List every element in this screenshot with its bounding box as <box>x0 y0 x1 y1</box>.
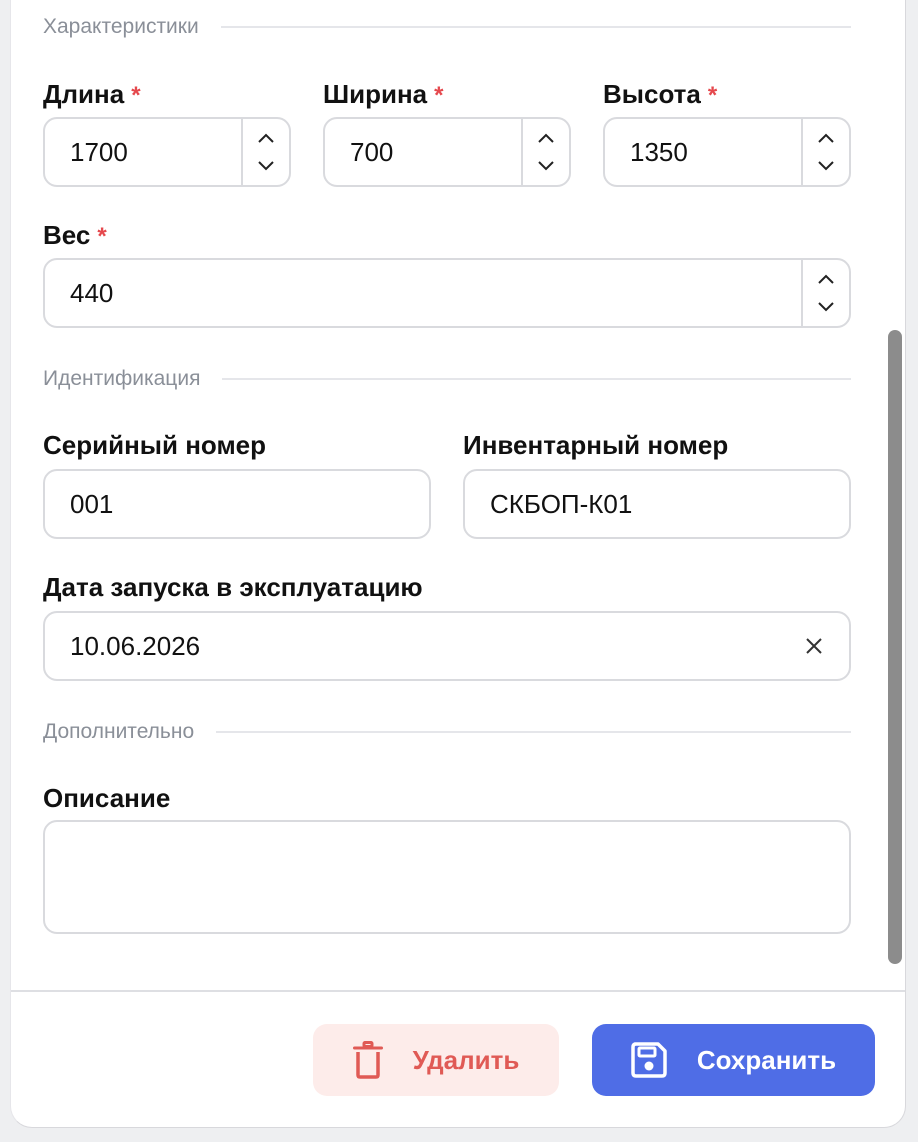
width-stepper[interactable] <box>521 119 569 185</box>
delete-button-label: Удалить <box>412 1044 520 1075</box>
section-title: Дополнительно <box>43 720 195 743</box>
serial-number-value[interactable]: 001 <box>45 489 429 520</box>
trash-icon <box>352 1041 383 1079</box>
height-label-text: Высота <box>603 79 701 109</box>
chevron-up-icon[interactable] <box>817 133 835 145</box>
required-mark: * <box>97 223 107 250</box>
description-label-text: Описание <box>43 783 171 813</box>
inventory-number-value[interactable]: СКБОП-К01 <box>465 489 849 520</box>
chevron-down-icon[interactable] <box>257 159 275 171</box>
inventory-label: Инвентарный номер <box>463 429 728 461</box>
length-stepper[interactable] <box>241 119 289 185</box>
width-input[interactable]: 700 <box>323 117 571 187</box>
height-stepper[interactable] <box>801 119 849 185</box>
width-label-text: Ширина <box>323 79 428 109</box>
weight-input[interactable]: 440 <box>43 258 851 328</box>
chevron-up-icon[interactable] <box>537 133 555 145</box>
length-label: Длина * <box>43 78 141 110</box>
width-label: Ширина * <box>323 78 443 110</box>
chevron-down-icon[interactable] <box>817 300 835 312</box>
required-mark: * <box>707 82 718 109</box>
inventory-number-input[interactable]: СКБОП-К01 <box>463 469 851 539</box>
section-divider <box>220 26 851 28</box>
serial-label-text: Серийный номер <box>43 430 267 460</box>
weight-label: Вес * <box>43 219 107 251</box>
height-label: Высота * <box>603 78 717 110</box>
length-label-text: Длина <box>43 79 125 109</box>
section-divider <box>216 731 851 733</box>
commission-date-label-text: Дата запуска в эксплуатацию <box>43 572 423 602</box>
clear-date-button[interactable] <box>779 613 849 679</box>
section-characteristics: Характеристики <box>43 12 851 42</box>
save-button[interactable]: Сохранить <box>592 1024 875 1096</box>
height-value[interactable]: 1350 <box>605 137 801 168</box>
weight-value[interactable]: 440 <box>45 278 801 309</box>
description-label: Описание <box>43 782 170 814</box>
height-input[interactable]: 1350 <box>603 117 851 187</box>
section-additional: Дополнительно <box>43 717 851 747</box>
chevron-up-icon[interactable] <box>257 133 275 145</box>
section-divider <box>222 378 851 380</box>
length-value[interactable]: 1700 <box>45 137 241 168</box>
commission-date-label: Дата запуска в эксплуатацию <box>43 571 423 603</box>
serial-number-input[interactable]: 001 <box>43 469 431 539</box>
width-value[interactable]: 700 <box>325 137 521 168</box>
section-identification: Идентификация <box>43 364 851 394</box>
inventory-label-text: Инвентарный номер <box>463 430 729 460</box>
form-scroll-area[interactable]: Характеристики Длина * 1700 Ширина * 700 В… <box>11 0 905 990</box>
length-input[interactable]: 1700 <box>43 117 291 187</box>
delete-button[interactable]: Удалить <box>313 1024 559 1096</box>
required-mark: * <box>131 82 141 109</box>
chevron-down-icon[interactable] <box>817 159 835 171</box>
commission-date-input[interactable]: 10.06.2026 <box>43 611 851 681</box>
commission-date-value[interactable]: 10.06.2026 <box>45 631 779 662</box>
close-icon[interactable] <box>804 636 824 656</box>
required-mark: * <box>434 82 444 109</box>
equipment-form-card: Характеристики Длина * 1700 Ширина * 700 В… <box>10 0 906 1128</box>
chevron-up-icon[interactable] <box>817 274 835 286</box>
description-textarea[interactable] <box>43 820 851 934</box>
serial-label: Серийный номер <box>43 429 266 461</box>
weight-stepper[interactable] <box>801 260 849 326</box>
save-button-label: Сохранить <box>696 1044 837 1075</box>
chevron-down-icon[interactable] <box>537 159 555 171</box>
footer-divider <box>11 990 905 992</box>
section-title: Характеристики <box>43 15 199 38</box>
floppy-disk-icon <box>631 1042 667 1078</box>
section-title: Идентификация <box>43 367 201 390</box>
scrollbar-thumb[interactable] <box>888 330 902 964</box>
weight-label-text: Вес <box>43 220 91 250</box>
